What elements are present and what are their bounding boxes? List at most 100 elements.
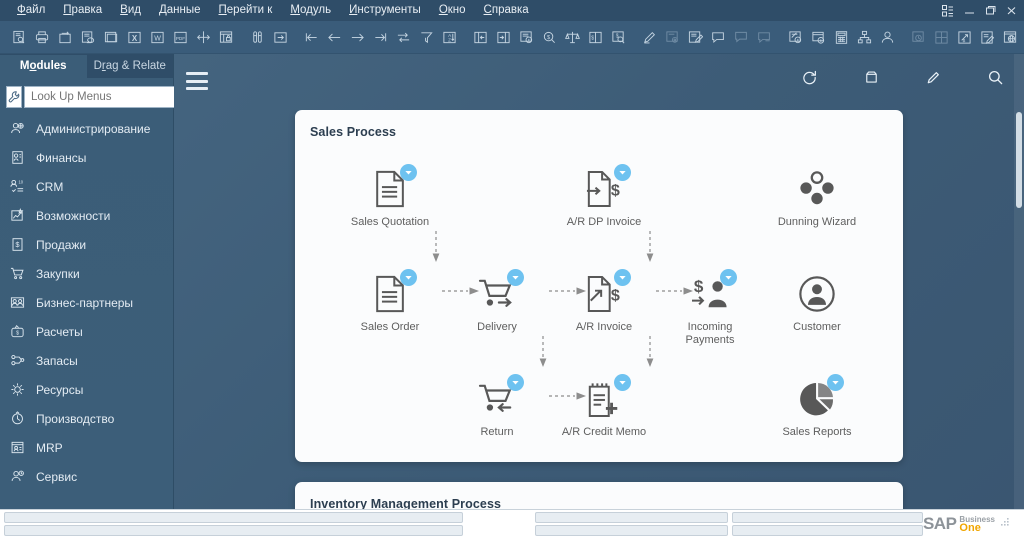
menu-item-goto[interactable]: Перейти к bbox=[210, 0, 282, 21]
node-delivery[interactable]: Delivery bbox=[451, 269, 543, 334]
activity-icon[interactable] bbox=[907, 25, 929, 49]
window-icon[interactable] bbox=[100, 25, 122, 49]
dropdown-badge[interactable] bbox=[400, 164, 417, 181]
wrench-icon[interactable] bbox=[6, 86, 22, 108]
menu-item-file[interactable]: Файл bbox=[8, 0, 54, 21]
dropdown-badge[interactable] bbox=[827, 374, 844, 391]
maximize-button[interactable] bbox=[981, 2, 999, 20]
edit-form-icon[interactable] bbox=[638, 25, 660, 49]
launch-app-icon[interactable] bbox=[192, 25, 214, 49]
approvals-icon[interactable] bbox=[976, 25, 998, 49]
sidebar-item-financials[interactable]: Финансы bbox=[0, 143, 173, 172]
sidebar-item-opportunities[interactable]: Возможности bbox=[0, 201, 173, 230]
sidebar-item-business-partners[interactable]: Бизнес-партнеры bbox=[0, 288, 173, 317]
sidebar-item-production[interactable]: Производство bbox=[0, 404, 173, 433]
menu-item-data[interactable]: Данные bbox=[150, 0, 210, 21]
query-icon[interactable]: $ bbox=[538, 25, 560, 49]
dropdown-badge[interactable] bbox=[507, 269, 524, 286]
sidebar-item-resources[interactable]: Ресурсы bbox=[0, 375, 173, 404]
opportunity-icon[interactable]: $ bbox=[953, 25, 975, 49]
messages-icon[interactable] bbox=[707, 25, 729, 49]
node-ar-invoice[interactable]: $ A/R Invoice bbox=[558, 269, 650, 334]
balance-icon[interactable] bbox=[561, 25, 583, 49]
refresh-button[interactable] bbox=[798, 66, 820, 88]
sidebar-item-crm[interactable]: 10 CRM bbox=[0, 172, 173, 201]
edit-button[interactable] bbox=[922, 66, 944, 88]
calculator-icon[interactable] bbox=[830, 25, 852, 49]
doc-info-icon[interactable] bbox=[807, 25, 829, 49]
scrollbar-thumb[interactable] bbox=[1016, 112, 1022, 208]
status-field[interactable] bbox=[731, 511, 923, 523]
node-ar-dp-invoice[interactable]: $ A/R DP Invoice bbox=[558, 164, 650, 229]
node-sales-order[interactable]: Sales Order bbox=[344, 269, 436, 334]
hamburger-menu-icon[interactable] bbox=[186, 72, 208, 90]
dropdown-badge[interactable] bbox=[400, 269, 417, 286]
search-input[interactable] bbox=[31, 91, 185, 103]
status-field[interactable] bbox=[4, 524, 463, 536]
user-icon[interactable] bbox=[876, 25, 898, 49]
last-record-icon[interactable] bbox=[369, 25, 391, 49]
email-icon[interactable] bbox=[77, 25, 99, 49]
sidebar-item-sales[interactable]: $ Продажи bbox=[0, 230, 173, 259]
sent-messages-icon[interactable] bbox=[753, 25, 775, 49]
tab-drag-and-relate[interactable]: Drag & Relate bbox=[87, 55, 174, 78]
close-button[interactable] bbox=[1002, 2, 1020, 20]
export-excel-icon[interactable]: X bbox=[123, 25, 145, 49]
document-drafts-icon[interactable] bbox=[784, 25, 806, 49]
canvas-scrollbar[interactable] bbox=[1014, 54, 1024, 509]
split-view-icon[interactable]: $ bbox=[584, 25, 606, 49]
document-info-icon[interactable] bbox=[515, 25, 537, 49]
first-record-icon[interactable] bbox=[300, 25, 322, 49]
minimize-button[interactable] bbox=[960, 2, 978, 20]
menu-item-help[interactable]: Справка bbox=[475, 0, 538, 21]
menu-item-module[interactable]: Модуль bbox=[281, 0, 340, 21]
sidebar-item-inventory[interactable]: Запасы bbox=[0, 346, 173, 375]
node-incoming-payments[interactable]: $ Incoming Payments bbox=[664, 269, 756, 347]
user-defined-fields-icon[interactable] bbox=[684, 25, 706, 49]
print-icon[interactable] bbox=[31, 25, 53, 49]
menu-item-view[interactable]: Вид bbox=[111, 0, 150, 21]
node-dunning-wizard[interactable]: Dunning Wizard bbox=[771, 167, 863, 229]
dropdown-badge[interactable] bbox=[614, 164, 631, 181]
print-layout-icon[interactable] bbox=[54, 25, 76, 49]
previous-record-icon[interactable] bbox=[323, 25, 345, 49]
resize-grip-icon[interactable] bbox=[998, 518, 1010, 529]
alerts-icon[interactable] bbox=[730, 25, 752, 49]
dashboard-icon[interactable] bbox=[930, 25, 952, 49]
search-button[interactable] bbox=[984, 66, 1006, 88]
org-chart-icon[interactable] bbox=[853, 25, 875, 49]
status-field[interactable] bbox=[534, 511, 728, 523]
filter-icon[interactable] bbox=[415, 25, 437, 49]
sidebar-item-administration[interactable]: Администрирование bbox=[0, 114, 173, 143]
print-preview-icon[interactable] bbox=[8, 25, 30, 49]
export-pdf-icon[interactable]: PDF bbox=[169, 25, 191, 49]
menu-item-edit[interactable]: Правка bbox=[54, 0, 111, 21]
layout-icon[interactable] bbox=[939, 2, 957, 20]
status-field[interactable] bbox=[534, 524, 728, 536]
export-word-icon[interactable]: W bbox=[146, 25, 168, 49]
dropdown-badge[interactable] bbox=[720, 269, 737, 286]
find-document-icon[interactable]: $ bbox=[607, 25, 629, 49]
dropdown-badge[interactable] bbox=[507, 374, 524, 391]
next-record-icon[interactable] bbox=[346, 25, 368, 49]
add-row-icon[interactable] bbox=[469, 25, 491, 49]
node-ar-credit-memo[interactable]: A/R Credit Memo bbox=[558, 374, 650, 439]
sidebar-item-purchasing[interactable]: Закупки bbox=[0, 259, 173, 288]
node-customer[interactable]: Customer bbox=[771, 272, 863, 334]
menu-item-tools[interactable]: Инструменты bbox=[340, 0, 430, 21]
refresh-data-icon[interactable] bbox=[392, 25, 414, 49]
menu-item-window[interactable]: Окно bbox=[430, 0, 475, 21]
dropdown-badge[interactable] bbox=[614, 269, 631, 286]
goto-icon[interactable] bbox=[269, 25, 291, 49]
status-field[interactable] bbox=[4, 511, 463, 523]
duplicate-row-icon[interactable] bbox=[492, 25, 514, 49]
sidebar-item-banking[interactable]: $ Расчеты bbox=[0, 317, 173, 346]
node-return[interactable]: Return bbox=[451, 374, 543, 439]
sidebar-item-mrp[interactable]: MRP bbox=[0, 433, 173, 462]
sort-icon[interactable]: A Z bbox=[438, 25, 460, 49]
find-icon[interactable] bbox=[246, 25, 268, 49]
sidebar-item-service[interactable]: Сервис bbox=[0, 462, 173, 491]
form-settings-icon[interactable] bbox=[661, 25, 683, 49]
widget-button[interactable] bbox=[860, 66, 882, 88]
status-field[interactable] bbox=[731, 524, 923, 536]
